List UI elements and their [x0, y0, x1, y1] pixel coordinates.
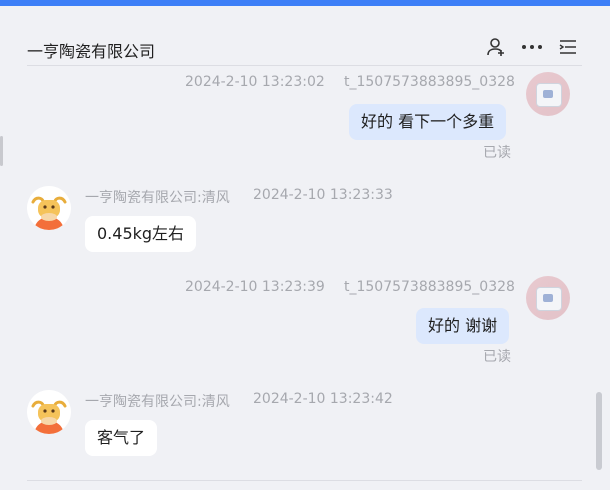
header-actions	[485, 36, 579, 58]
avatar-image-icon	[536, 83, 562, 107]
avatar[interactable]	[27, 186, 71, 230]
cow-avatar-icon	[27, 390, 71, 434]
read-status: 已读	[483, 145, 511, 161]
message-time: 2024-2-10 13:23:39	[185, 279, 325, 295]
scrollbar-thumb[interactable]	[596, 392, 602, 470]
message-sender: 一亨陶瓷有限公司:清风	[85, 190, 230, 206]
more-horizontal-icon[interactable]	[521, 36, 543, 58]
message-sender: t_1507573883895_0328	[344, 74, 515, 90]
user-add-icon[interactable]	[485, 36, 507, 58]
cow-avatar-icon	[27, 186, 71, 230]
avatar[interactable]	[526, 276, 570, 320]
avatar[interactable]	[526, 72, 570, 116]
message-bubble[interactable]: 0.45kg左右	[85, 216, 197, 252]
avatar[interactable]	[27, 390, 71, 434]
message-time: 2024-2-10 13:23:42	[253, 391, 393, 407]
resize-handle[interactable]	[0, 136, 3, 166]
message-sender: 一亨陶瓷有限公司:清风	[85, 394, 230, 410]
read-status: 已读	[483, 349, 511, 365]
chat-title: 一亨陶瓷有限公司	[27, 42, 156, 61]
list-menu-icon[interactable]	[557, 36, 579, 58]
input-divider	[27, 480, 582, 481]
avatar-image-icon	[536, 287, 562, 311]
message-bubble[interactable]: 好的 看下一个多重	[349, 104, 507, 140]
chat-header: 一亨陶瓷有限公司	[27, 6, 582, 66]
message-time: 2024-2-10 13:23:02	[185, 74, 325, 90]
message-time: 2024-2-10 13:23:33	[253, 187, 393, 203]
message-bubble[interactable]: 客气了	[85, 420, 158, 456]
message-bubble[interactable]: 好的 谢谢	[416, 308, 510, 344]
message-sender: t_1507573883895_0328	[344, 279, 515, 295]
